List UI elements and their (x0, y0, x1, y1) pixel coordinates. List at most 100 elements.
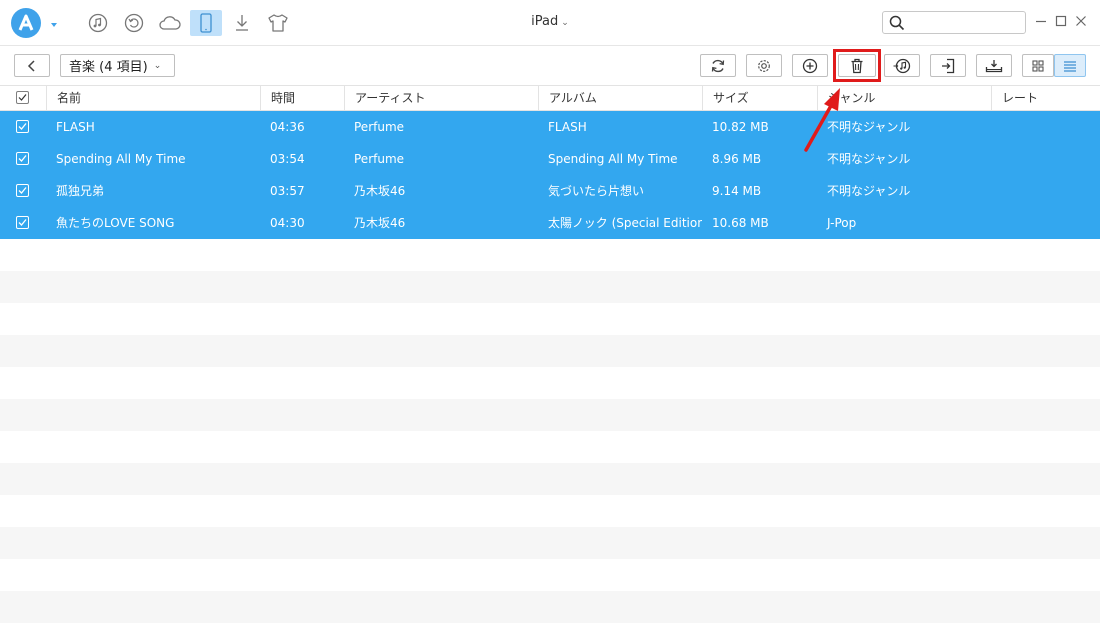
column-header-name[interactable]: 名前 (46, 86, 260, 110)
row-checkbox[interactable] (16, 216, 29, 229)
column-header-size[interactable]: サイズ (702, 86, 817, 110)
cell-album: 太陽ノック (Special Edition) (548, 216, 702, 230)
row-checkbox[interactable] (16, 120, 29, 133)
empty-row (0, 527, 1100, 559)
table-row[interactable]: FLASH 04:36 Perfume FLASH 10.82 MB 不明なジャ… (0, 111, 1100, 143)
cell-album: Spending All My Time (548, 152, 678, 166)
cell-genre: 不明なジャンル (827, 184, 911, 198)
nav-icloud[interactable] (154, 10, 186, 36)
nav-toolkit[interactable] (262, 10, 294, 36)
app-logo (11, 8, 41, 38)
toolbar: 音楽 (4 項目) ⌄ (0, 46, 1100, 86)
tablet-device-icon (200, 13, 212, 33)
empty-row (0, 495, 1100, 527)
gear-icon (758, 59, 770, 72)
send-to-itunes-button[interactable] (884, 54, 920, 77)
cell-name: FLASH (56, 120, 95, 134)
cell-rating (991, 143, 1100, 175)
empty-row (0, 367, 1100, 399)
shirt-icon (268, 14, 288, 32)
column-header-album[interactable]: アルバム (538, 86, 702, 110)
cloud-icon (159, 16, 181, 30)
chevron-down-icon: ⌄ (561, 18, 569, 28)
settings-button[interactable] (746, 54, 782, 77)
column-header-artist[interactable]: アーティスト (344, 86, 538, 110)
table-row[interactable]: 孤独兄弟 03:57 乃木坂46 気づいたら片想い 9.14 MB 不明なジャン… (0, 175, 1100, 207)
check-icon (18, 187, 27, 194)
cell-artist: Perfume (354, 120, 405, 134)
download-icon (236, 15, 248, 31)
search-input[interactable] (909, 14, 1021, 31)
minimize-button[interactable] (1034, 14, 1048, 28)
refresh-icon (711, 59, 725, 72)
cell-genre: 不明なジャンル (827, 152, 911, 166)
row-checkbox[interactable] (16, 152, 29, 165)
cell-name: 魚たちのLOVE SONG (56, 216, 175, 230)
back-button[interactable] (14, 54, 50, 77)
send-to-device-button[interactable] (976, 54, 1012, 77)
search-box[interactable] (882, 11, 1026, 34)
plus-circle-icon (802, 58, 818, 73)
category-dropdown[interactable]: 音楽 (4 項目) ⌄ (60, 54, 175, 77)
app-menu[interactable] (8, 6, 64, 40)
cell-rating (991, 207, 1100, 239)
nav-backup[interactable] (118, 10, 150, 36)
cell-name: 孤独兄弟 (56, 184, 105, 198)
device-name: iPad (531, 14, 559, 29)
maximize-button[interactable] (1054, 14, 1068, 28)
device-transfer-icon (985, 59, 1003, 72)
chevron-down-icon: ⌄ (153, 60, 162, 71)
cell-time: 03:54 (270, 152, 305, 166)
empty-row (0, 399, 1100, 431)
cell-genre: 不明なジャンル (827, 120, 911, 134)
cell-rating (991, 111, 1100, 143)
cell-artist: Perfume (354, 152, 405, 166)
list-view-button[interactable] (1054, 54, 1086, 77)
check-icon (18, 94, 27, 101)
cell-genre: J-Pop (827, 216, 857, 230)
cell-artist: 乃木坂46 (354, 184, 406, 198)
grid-view-button[interactable] (1022, 54, 1054, 77)
row-checkbox[interactable] (16, 184, 29, 197)
top-nav (82, 10, 294, 36)
column-header-genre[interactable]: ジャンル (817, 86, 991, 110)
export-to-computer-button[interactable] (930, 54, 966, 77)
cell-rating (991, 175, 1100, 207)
empty-row (0, 431, 1100, 463)
music-transfer-icon (893, 58, 911, 73)
empty-row (0, 303, 1100, 335)
cell-time: 04:36 (270, 120, 305, 134)
nav-itunes-library[interactable] (82, 10, 114, 36)
check-icon (18, 155, 27, 162)
grid-icon (1032, 59, 1044, 72)
check-icon (18, 219, 27, 226)
category-label: 音楽 (4 項目) (69, 60, 148, 75)
device-selector[interactable]: iPad ⌄ (520, 14, 580, 29)
title-bar: iPad ⌄ (0, 0, 1100, 46)
minimize-icon (1036, 20, 1046, 23)
empty-row (0, 271, 1100, 303)
chevron-left-icon (27, 59, 35, 72)
empty-row (0, 239, 1100, 271)
nav-downloader[interactable] (226, 10, 258, 36)
cell-album: FLASH (548, 120, 587, 134)
close-button[interactable] (1074, 14, 1088, 28)
empty-row (0, 559, 1100, 591)
empty-row (0, 591, 1100, 623)
cell-size: 10.82 MB (712, 120, 769, 134)
cell-album: 気づいたら片想い (548, 184, 645, 198)
nav-device[interactable] (190, 10, 222, 36)
column-header-rating[interactable]: レート (991, 86, 1100, 110)
column-header-time[interactable]: 時間 (260, 86, 344, 110)
list-icon (1064, 60, 1076, 72)
export-icon (942, 58, 955, 73)
empty-row (0, 463, 1100, 495)
add-button[interactable] (792, 54, 828, 77)
refresh-button[interactable] (700, 54, 736, 77)
table-row[interactable]: Spending All My Time 03:54 Perfume Spend… (0, 143, 1100, 175)
table-row[interactable]: 魚たちのLOVE SONG 04:30 乃木坂46 太陽ノック (Special… (0, 207, 1100, 239)
select-all-checkbox[interactable] (16, 91, 29, 104)
cell-size: 9.14 MB (712, 184, 762, 198)
delete-highlight-frame (833, 49, 881, 82)
check-icon (18, 123, 27, 130)
